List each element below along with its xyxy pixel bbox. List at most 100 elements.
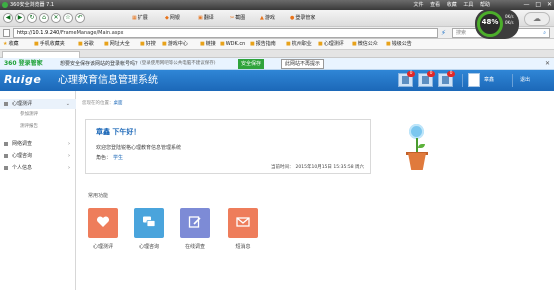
favorite-item[interactable]: ■WDK.cn [220, 41, 245, 48]
edit-icon [188, 216, 201, 228]
sidebar-group-counseling[interactable]: 心理咨询 › [0, 151, 76, 161]
favorite-item[interactable]: ★收藏 [3, 41, 19, 48]
tile-assessment[interactable] [88, 208, 118, 238]
toolbar-login-manager[interactable]: ●登录管家 [290, 14, 315, 22]
url-input[interactable]: http://10.1.9.240/FrameManage/Main.aspx [13, 28, 438, 38]
exit-button[interactable]: 退出 [520, 77, 530, 84]
sidebar-group-assessment[interactable]: 心理测评 ⌄ [0, 99, 76, 109]
maximize-button[interactable]: □ [535, 1, 541, 8]
assessment-icon [4, 102, 8, 106]
tile-label-counseling[interactable]: 心理咨询 [129, 244, 169, 251]
current-time-value: 2015年10月15日 15:35:58 周六 [295, 165, 364, 170]
tile-label-assessment[interactable]: 心理测评 [83, 244, 123, 251]
gauge-percent: 48% [481, 18, 499, 26]
mail-icon [236, 217, 250, 227]
notice-subtext: (登录使用网吧等公共电脑不建议保存) [140, 61, 216, 66]
survey-icon [4, 142, 8, 146]
folder-icon: ■ [140, 41, 145, 47]
close-window-button[interactable]: ✕ [547, 1, 552, 8]
chevron-down-icon: ⌄ [65, 101, 70, 107]
favorite-item[interactable]: ■谷歌 [78, 41, 94, 48]
refresh-button[interactable]: ↻ [27, 13, 37, 23]
user-name[interactable]: 章鑫 [484, 77, 494, 84]
home-button[interactable]: ⌂ [39, 13, 49, 23]
favorite-item[interactable]: ■游戏中心 [162, 41, 188, 48]
window-controls: — □ ✕ [519, 1, 552, 9]
chevron-right-icon: › [68, 141, 70, 147]
toolbar-translate[interactable]: ▣翻译 [198, 14, 214, 22]
menu-tools[interactable]: 工具 [463, 2, 473, 8]
system-name: 心理教育信息管理系统 [58, 75, 158, 86]
favorite-item[interactable]: ■链接 [200, 41, 216, 48]
folder-icon: ■ [200, 41, 205, 47]
tile-messages[interactable] [228, 208, 258, 238]
toolbar-games[interactable]: ▲游戏 [260, 14, 275, 22]
forward-button[interactable]: ▶ [15, 13, 25, 23]
current-time: 当前时间： 2015年10月15日 15:35:58 周六 [271, 165, 364, 170]
toolbar-extensions[interactable]: ▦扩展 [132, 14, 148, 22]
minimize-button[interactable]: — [523, 1, 529, 8]
favorite-item[interactable]: ■好搜 [140, 41, 156, 48]
secure-save-button[interactable]: 安全保存 [238, 59, 265, 69]
flower-icon [409, 124, 424, 139]
app-logo: Ruige [4, 73, 42, 86]
menu-help[interactable]: 帮助 [480, 2, 490, 8]
flower-pot-illustration [404, 124, 430, 172]
favorite-item[interactable]: ■杭州职业 [286, 41, 312, 48]
folder-icon: ■ [318, 41, 323, 47]
speed-mode-icon[interactable]: ⚡ [441, 28, 446, 38]
back-button[interactable]: ◀ [3, 13, 13, 23]
favorite-item[interactable]: ■心理测评 [318, 41, 344, 48]
gauge-speed: 0K/s 0K/s [505, 14, 514, 26]
breadcrumb-current[interactable]: 桌面 [114, 101, 123, 106]
favorite-item[interactable]: ■报告指南 [250, 41, 276, 48]
key-icon: ● [290, 15, 295, 21]
browser-title-bar: 360安全浏览器 7.1 文件 查看 收藏 工具 帮助 — □ ✕ [0, 0, 554, 10]
tab-current[interactable] [2, 51, 80, 58]
role-value: 学生 [113, 155, 124, 161]
sidebar-group-survey[interactable]: 网络调查 › [0, 139, 76, 149]
menu-favorites[interactable]: 收藏 [447, 2, 457, 8]
folder-icon: ■ [220, 41, 225, 47]
memory-gauge[interactable]: 48% 0K/s 0K/s [475, 9, 519, 39]
weather-cloud-icon[interactable]: ☁ [524, 12, 550, 26]
sidebar-item-assessment-report[interactable]: 测评报告 [20, 123, 38, 131]
notice-close-icon[interactable]: ✕ [545, 60, 550, 68]
stop-button[interactable]: ✕ [51, 13, 61, 23]
favorite-item[interactable]: ■网址大全 [104, 41, 130, 48]
address-bar: http://10.1.9.240/FrameManage/Main.aspx … [0, 27, 554, 39]
welcome-text: 欢迎您登陆锐格心理教育信息管理系统 [96, 145, 182, 151]
sidebar-group-profile[interactable]: 个人信息 › [0, 163, 76, 173]
folder-icon: ■ [162, 41, 167, 47]
translate-icon: ▣ [198, 15, 203, 21]
greeting-card: 章鑫 下午好！ 欢迎您登陆锐格心理教育信息管理系统 角色： 学生 当前时间： 201… [85, 119, 371, 174]
sidebar-group-label: 心理测评 [12, 101, 33, 107]
avatar[interactable] [468, 73, 480, 87]
chevron-right-icon: › [68, 153, 70, 159]
favorite-item[interactable]: ■钱级公告 [386, 41, 412, 48]
tasks-badge: 0 [447, 71, 455, 77]
menu-file[interactable]: 文件 [414, 2, 424, 8]
toolbar-netbank[interactable]: ◆网银 [165, 14, 180, 22]
sidebar-group-label: 心理咨询 [12, 153, 33, 159]
favorite-item[interactable]: ■手机收藏夹 [34, 41, 65, 48]
undo-button[interactable]: ↶ [75, 13, 85, 23]
favorite-star-button[interactable]: ☆ [63, 13, 73, 23]
page-icon [3, 29, 10, 37]
heart-icon [96, 216, 110, 227]
tile-label-survey[interactable]: 在线调查 [175, 244, 215, 251]
tile-survey[interactable] [180, 208, 210, 238]
sidebar-item-take-assessment[interactable]: 参加测评 [20, 111, 38, 119]
search-icon[interactable]: ⌕ [543, 29, 546, 37]
chat-icon [143, 216, 156, 227]
messages-badge: 0 [407, 71, 415, 77]
menu-view[interactable]: 查看 [430, 2, 440, 8]
never-prompt-button[interactable]: 此网站不再提示 [281, 59, 325, 69]
tile-label-messages[interactable]: 短消息 [223, 244, 263, 251]
favorite-item[interactable]: ■微信公众 [352, 41, 378, 48]
message-icon [402, 76, 409, 84]
tile-counseling[interactable] [134, 208, 164, 238]
browser-title: 360安全浏览器 7.1 [10, 2, 55, 8]
task-icon [442, 76, 449, 84]
toolbar-screenshot[interactable]: ✂截图 [230, 14, 245, 22]
